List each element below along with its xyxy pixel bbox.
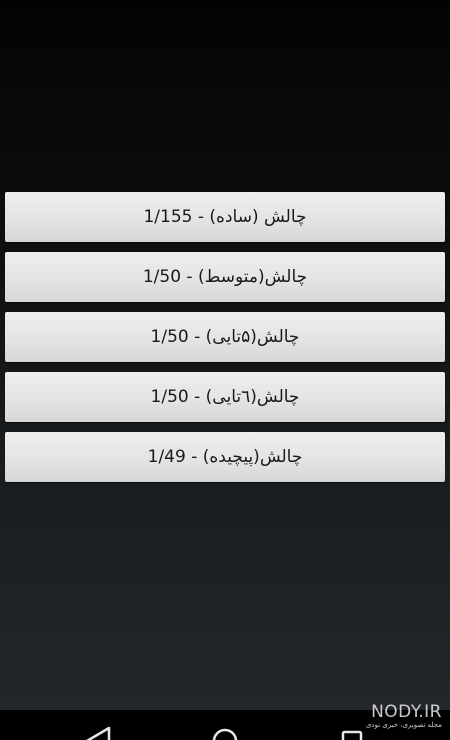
nav-back-button[interactable] [78, 726, 118, 740]
back-triangle-icon [86, 726, 111, 740]
challenge-complex-button[interactable]: چالش(پیچیده) - 1/49 [5, 432, 445, 482]
challenge-six-letter-label: چالش(٦تایی) - 1/50 [150, 387, 300, 407]
challenge-simple-button[interactable]: چالش (ساده) - 1/155 [5, 192, 445, 242]
challenge-medium-label: چالش(متوسط) - 1/50 [142, 267, 308, 287]
challenge-list: چالش (ساده) - 1/155 چالش(متوسط) - 1/50 چ… [5, 192, 445, 492]
recents-square-icon [341, 730, 363, 740]
challenge-five-letter-label: چالش(۵تایی) - 1/50 [150, 327, 300, 347]
watermark-tagline: مجله تصویری، خبری نودی [365, 721, 442, 729]
challenge-five-letter-button[interactable]: چالش(۵تایی) - 1/50 [5, 312, 445, 362]
nody-watermark: NODY.IR مجله تصویری، خبری نودی [366, 703, 442, 730]
watermark-brand: NODY.IR [371, 702, 442, 722]
challenge-complex-label: چالش(پیچیده) - 1/49 [147, 447, 303, 467]
challenge-six-letter-button[interactable]: چالش(٦تایی) - 1/50 [5, 372, 445, 422]
nav-home-button[interactable] [205, 726, 245, 740]
challenge-medium-button[interactable]: چالش(متوسط) - 1/50 [5, 252, 445, 302]
home-circle-icon [212, 728, 238, 740]
challenge-simple-label: چالش (ساده) - 1/155 [143, 207, 307, 227]
challenge-screen: چالش (ساده) - 1/155 چالش(متوسط) - 1/50 چ… [0, 0, 450, 710]
